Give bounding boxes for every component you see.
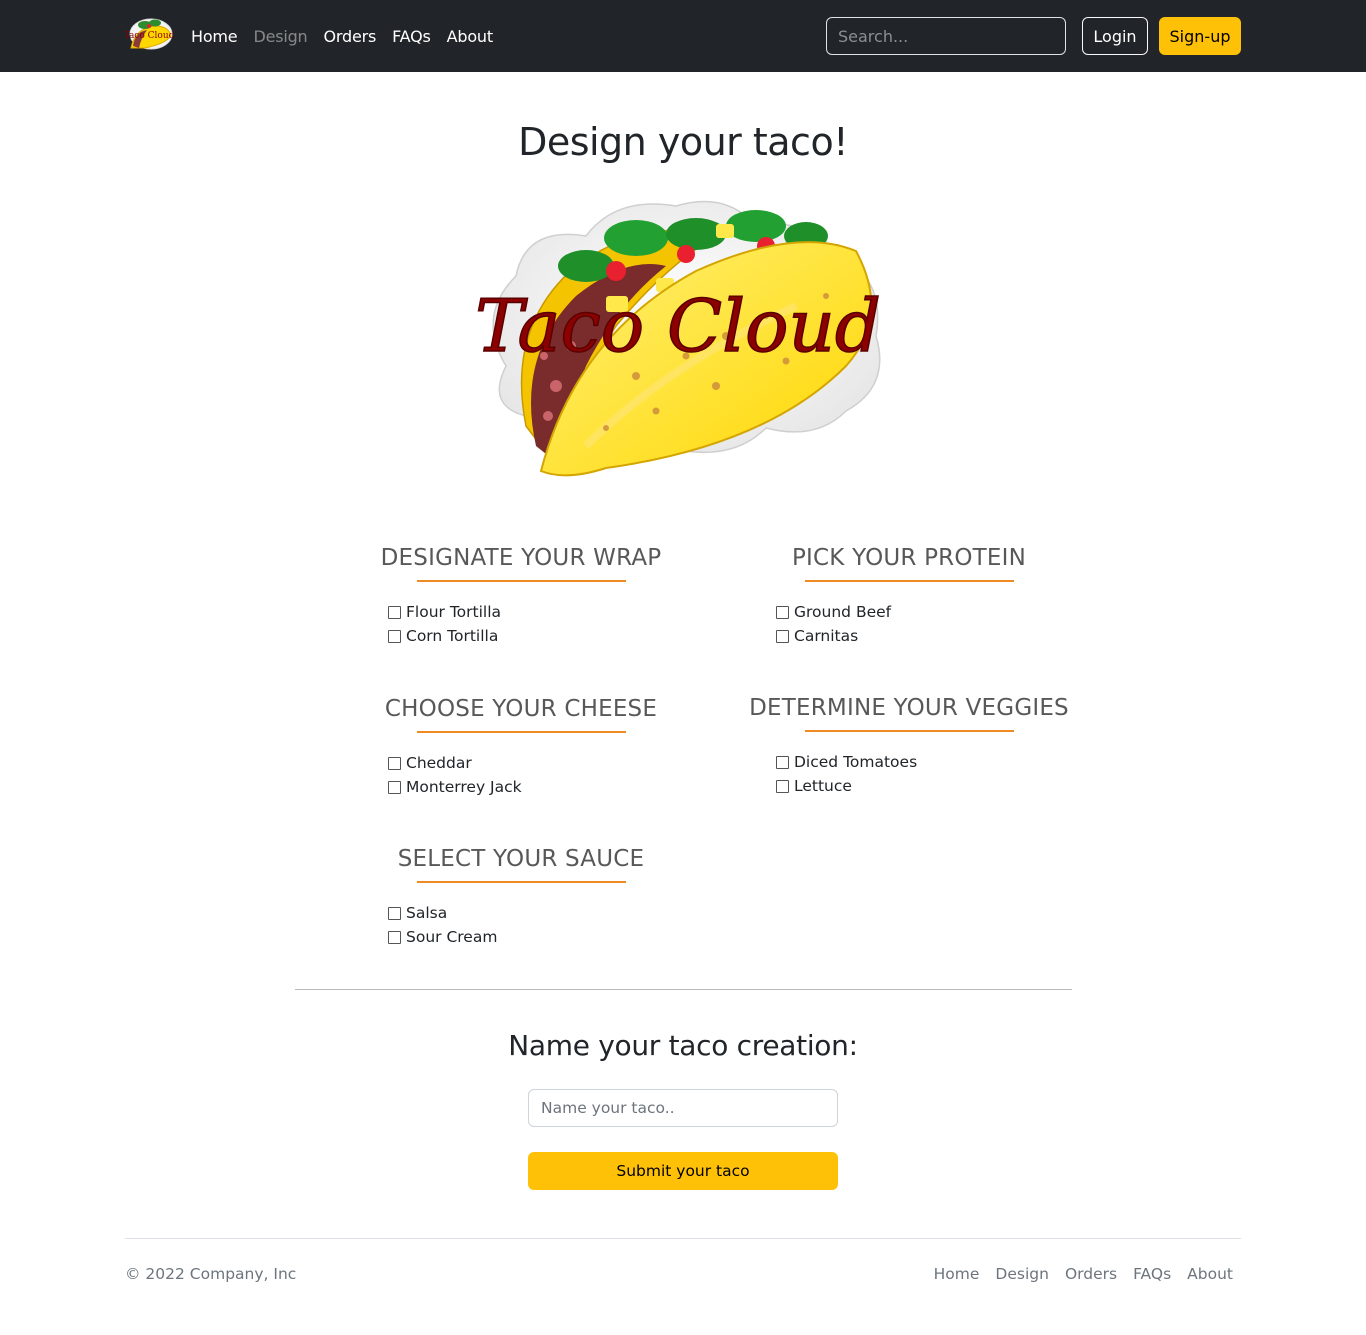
footer-home-link[interactable]: Home [934, 1265, 980, 1283]
checkbox[interactable] [388, 756, 401, 770]
group-wrap: DESIGNATE YOUR WRAP Flour Tortilla Corn … [341, 545, 701, 648]
taco-name-input[interactable] [528, 1089, 838, 1127]
ingredient-item[interactable]: Flour Tortilla [388, 600, 701, 624]
ingredient-item[interactable]: Corn Tortilla [388, 624, 701, 648]
group-title: CHOOSE YOUR CHEESE [384, 696, 658, 722]
ingredient-item[interactable]: Sour Cream [388, 925, 701, 949]
ingredient-item[interactable]: Salsa [388, 901, 701, 925]
group-divider [804, 580, 1014, 582]
group-veggies: DETERMINE YOUR VEGGIES Diced Tomatoes Le… [729, 695, 1089, 798]
footer-divider [125, 1238, 1241, 1239]
footer-faqs-link[interactable]: FAQs [1133, 1265, 1171, 1283]
copyright-text: © 2022 Company, Inc [125, 1265, 297, 1283]
ingredient-item[interactable]: Carnitas [776, 624, 1089, 648]
nav-design-link[interactable]: Design [253, 27, 307, 46]
group-divider [416, 580, 626, 582]
checkbox[interactable] [776, 605, 789, 619]
checkbox[interactable] [388, 780, 401, 794]
ingredient-item[interactable]: Lettuce [776, 774, 1089, 798]
signup-button[interactable]: Sign-up [1159, 17, 1241, 55]
navbar: Taco Cloud Home Design Orders FAQs About… [0, 0, 1366, 72]
ingredient-list: Salsa Sour Cream [341, 901, 701, 949]
footer-links: Home Design Orders FAQs About [918, 1265, 1233, 1283]
group-divider [416, 881, 626, 883]
group-title: PICK YOUR PROTEIN [791, 545, 1027, 571]
footer-orders-link[interactable]: Orders [1065, 1265, 1117, 1283]
group-title: DETERMINE YOUR VEGGIES [749, 695, 1069, 721]
checkbox[interactable] [388, 605, 401, 619]
footer-design-link[interactable]: Design [995, 1265, 1049, 1283]
nav-about-link[interactable]: About [447, 27, 494, 46]
group-protein: PICK YOUR PROTEIN Ground Beef Carnitas [729, 545, 1089, 648]
name-section-title: Name your taco creation: [508, 1029, 858, 1062]
ingredient-list: Cheddar Monterrey Jack [341, 751, 701, 799]
ingredient-list: Flour Tortilla Corn Tortilla [341, 600, 701, 648]
ingredient-item[interactable]: Ground Beef [776, 600, 1089, 624]
ingredient-item[interactable]: Cheddar [388, 751, 701, 775]
checkbox[interactable] [388, 930, 401, 944]
section-divider [295, 989, 1072, 990]
page-title: Design your taco! [518, 120, 848, 164]
ingredient-list: Ground Beef Carnitas [729, 600, 1089, 648]
ingredient-item[interactable]: Monterrey Jack [388, 775, 701, 799]
ingredient-list: Diced Tomatoes Lettuce [729, 750, 1089, 798]
group-title: SELECT YOUR SAUCE [397, 846, 645, 872]
checkbox[interactable] [388, 629, 401, 643]
nav-orders-link[interactable]: Orders [324, 27, 377, 46]
search-input[interactable] [826, 17, 1066, 55]
checkbox[interactable] [776, 755, 789, 769]
group-divider [416, 731, 626, 733]
checkbox[interactable] [776, 779, 789, 793]
nav-faqs-link[interactable]: FAQs [392, 27, 431, 46]
taco-cloud-hero-logo: Taco Cloud [474, 200, 882, 477]
group-sauce: SELECT YOUR SAUCE Salsa Sour Cream [341, 846, 701, 949]
nav-links: Home Design Orders FAQs About [191, 0, 509, 72]
group-title: DESIGNATE YOUR WRAP [380, 545, 662, 571]
nav-home-link[interactable]: Home [191, 27, 238, 46]
footer-about-link[interactable]: About [1187, 1265, 1233, 1283]
hero-logo-text: Taco Cloud [475, 284, 881, 368]
taco-cloud-logo-icon[interactable]: Taco Cloud [125, 14, 173, 54]
group-cheese: CHOOSE YOUR CHEESE Cheddar Monterrey Jac… [341, 696, 701, 799]
ingredient-item[interactable]: Diced Tomatoes [776, 750, 1089, 774]
group-divider [804, 730, 1014, 732]
svg-text:Taco Cloud: Taco Cloud [125, 31, 173, 41]
submit-taco-button[interactable]: Submit your taco [528, 1152, 838, 1190]
login-button[interactable]: Login [1082, 17, 1148, 55]
checkbox[interactable] [388, 906, 401, 920]
checkbox[interactable] [776, 629, 789, 643]
